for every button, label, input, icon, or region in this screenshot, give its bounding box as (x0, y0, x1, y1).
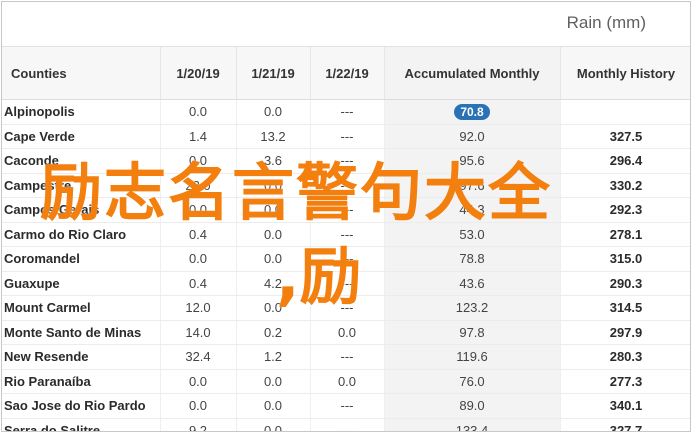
history-value: 296.4 (560, 148, 690, 174)
county-name: Monte Santo de Minas (2, 320, 161, 345)
history-value: 297.9 (560, 320, 690, 345)
day1-value: 0.0 (160, 393, 237, 419)
day1-value: 9.2 (160, 418, 237, 431)
column-header-day3[interactable]: 1/22/19 (310, 47, 385, 100)
day3-value: 0.0 (310, 369, 385, 394)
column-header-day2[interactable]: 1/21/19 (236, 47, 311, 100)
day2-value: 1.2 (236, 344, 311, 370)
table-row: Rio Paranaíba 0.0 0.0 0.0 76.0 277.3 (2, 369, 690, 394)
day2-value: 0.0 (236, 99, 311, 125)
county-name: Rio Paranaíba (2, 369, 161, 394)
day2-value: 0.0 (236, 418, 311, 431)
day2-value: 0.0 (236, 393, 311, 419)
history-value: 327.5 (560, 124, 690, 149)
county-name: Mount Carmel (2, 295, 161, 321)
day3-value: --- (310, 393, 385, 419)
accumulated-value: 89.0 (384, 393, 561, 419)
day3-value: --- (310, 344, 385, 370)
county-name: Guaxupe (2, 271, 161, 296)
accumulated-value: 97.8 (384, 320, 561, 345)
county-name: Alpinopolis (2, 99, 161, 125)
accumulated-value: 133.4 (384, 418, 561, 431)
table-row: Serra do Salitre 9.2 0.0 --- 133.4 327.7 (2, 418, 690, 431)
accumulated-value: 43.6 (384, 271, 561, 296)
county-name: Sao Jose do Rio Pardo (2, 393, 161, 419)
watermark-text-line2: ,励 (276, 240, 362, 313)
history-value: 340.1 (560, 393, 690, 419)
table-row: New Resende 32.4 1.2 --- 119.6 280.3 (2, 344, 690, 370)
accumulated-value: 123.2 (384, 295, 561, 321)
day1-value: 0.4 (160, 271, 237, 296)
history-value: 280.3 (560, 344, 690, 370)
day2-value: 0.0 (236, 369, 311, 394)
accumulated-value: 119.6 (384, 344, 561, 370)
history-value: 327.7 (560, 418, 690, 431)
column-header-accumulated[interactable]: Accumulated Monthly (384, 47, 561, 100)
county-name: Serra do Salitre (2, 418, 161, 431)
county-name: New Resende (2, 344, 161, 370)
day2-value: 0.2 (236, 320, 311, 345)
accumulated-badge: 70.8 (454, 103, 490, 120)
day1-value: 12.0 (160, 295, 237, 321)
day3-value: --- (310, 418, 385, 431)
table-header-row: Counties 1/20/19 1/21/19 1/22/19 Accumul… (2, 47, 690, 100)
day1-value: 14.0 (160, 320, 237, 345)
accumulated-value: 78.8 (384, 246, 561, 272)
history-value: 278.1 (560, 222, 690, 247)
day1-value: 0.0 (160, 99, 237, 125)
table-row: Monte Santo de Minas 14.0 0.2 0.0 97.8 297.9 (2, 320, 690, 345)
history-value: 314.5 (560, 295, 690, 321)
rain-title: Rain (mm) (566, 13, 646, 32)
history-value (560, 99, 690, 125)
table-row: Alpinopolis 0.0 0.0 --- 70.8 (2, 99, 690, 125)
history-value: 315.0 (560, 246, 690, 272)
history-value: 290.3 (560, 271, 690, 296)
column-header-history[interactable]: Monthly History (560, 47, 690, 100)
day3-value: 0.0 (310, 320, 385, 345)
watermark-text-line1: 励志名言警句大全 (40, 156, 553, 229)
day1-value: 0.0 (160, 369, 237, 394)
table-row: Sao Jose do Rio Pardo 0.0 0.0 --- 89.0 340.1 (2, 393, 690, 419)
title-bar: Rain (mm) (2, 2, 690, 47)
history-value: 292.3 (560, 197, 690, 223)
day1-value: 32.4 (160, 344, 237, 370)
history-value: 277.3 (560, 369, 690, 394)
accumulated-value: 76.0 (384, 369, 561, 394)
day3-value: --- (310, 99, 385, 125)
column-header-counties[interactable]: Counties (2, 47, 161, 100)
accumulated-value: 70.8 (384, 99, 561, 125)
history-value: 330.2 (560, 173, 690, 198)
column-header-day1[interactable]: 1/20/19 (160, 47, 237, 100)
day1-value: 0.0 (160, 246, 237, 272)
county-name: Coromandel (2, 246, 161, 272)
